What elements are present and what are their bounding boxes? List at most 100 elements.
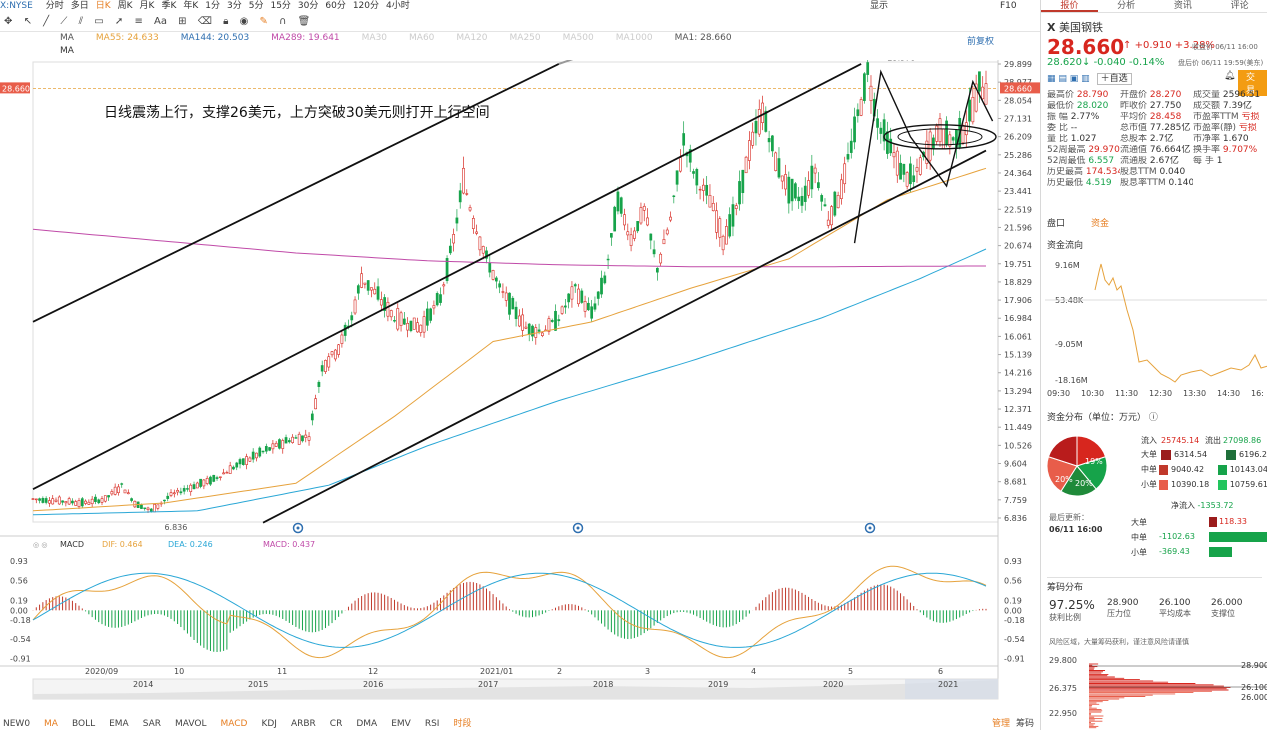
flow-out-label: 流出 bbox=[1205, 436, 1221, 445]
ma-legend-4[interactable]: MA30 bbox=[362, 32, 387, 45]
candle-body bbox=[692, 171, 695, 174]
indicator-emv[interactable]: EMV bbox=[391, 718, 411, 730]
timeframe-2[interactable]: 日K bbox=[96, 0, 111, 12]
candle-body bbox=[702, 184, 705, 191]
quote-cell: 总股本 2.7亿 bbox=[1120, 134, 1193, 145]
candle-body bbox=[284, 437, 288, 444]
ma-legend-10[interactable]: MA1: 28.660 bbox=[675, 32, 732, 45]
candle-body bbox=[307, 436, 311, 441]
indicator-macd[interactable]: MACD bbox=[220, 718, 247, 730]
indicator-dma[interactable]: DMA bbox=[356, 718, 377, 730]
candle-body bbox=[64, 501, 68, 504]
ma-legend-2[interactable]: MA144: 20.503 bbox=[181, 32, 249, 45]
ma-legend-0[interactable]: MA bbox=[60, 32, 74, 45]
quote-tab-0[interactable]: 报价 bbox=[1041, 0, 1098, 12]
candle-body bbox=[330, 351, 334, 356]
self-select-button[interactable]: ＋自选 bbox=[1096, 73, 1132, 85]
ma-legend-8[interactable]: MA500 bbox=[563, 32, 594, 45]
candle-body bbox=[619, 197, 623, 214]
ray-icon[interactable]: ⟋ bbox=[56, 13, 71, 31]
indicator-ma[interactable]: MA bbox=[44, 718, 58, 730]
magnet-icon[interactable]: ∩ bbox=[275, 13, 290, 31]
indicator-new0[interactable]: NEW0 bbox=[3, 718, 30, 730]
y-tick-label: 18.829 bbox=[1004, 278, 1032, 287]
parallel-icon[interactable]: ⫽ bbox=[75, 13, 87, 31]
bell-icon[interactable]: 🔔︎ bbox=[1224, 71, 1235, 81]
net-value-item: 118.33 bbox=[1219, 517, 1247, 526]
quote-cell: 历史最高 174.534 bbox=[1047, 167, 1120, 178]
indicator-sar[interactable]: SAR bbox=[143, 718, 161, 730]
timeframe-4[interactable]: 月K bbox=[140, 0, 155, 12]
ma-legend-1[interactable]: MA55: 24.633 bbox=[96, 32, 159, 45]
candle-body bbox=[468, 207, 472, 211]
indicator-kdj[interactable]: KDJ bbox=[261, 718, 277, 730]
indicator-ema[interactable]: EMA bbox=[109, 718, 129, 730]
trash-icon[interactable]: 🗑︎ bbox=[294, 13, 315, 31]
timeframe-7[interactable]: 1分 bbox=[205, 0, 220, 12]
doc-icon[interactable]: ▥ bbox=[1081, 74, 1090, 84]
share-icon[interactable]: ▣ bbox=[1070, 74, 1079, 84]
arrow-icon[interactable]: ➚ bbox=[111, 13, 127, 31]
ma-legend-5[interactable]: MA60 bbox=[409, 32, 434, 45]
timeframe-10[interactable]: 15分 bbox=[270, 0, 290, 12]
f10-button[interactable]: F10 bbox=[1000, 0, 1017, 12]
quote-tab-2[interactable]: 资讯 bbox=[1155, 0, 1212, 12]
tab-orderbook[interactable]: 盘口 bbox=[1047, 216, 1065, 229]
quote-tab-3[interactable]: 评论 bbox=[1211, 0, 1267, 12]
quote-tab-1[interactable]: 分析 bbox=[1098, 0, 1155, 12]
line-icon[interactable]: ╱ bbox=[39, 13, 53, 31]
crosshair-icon[interactable]: ✥ bbox=[0, 13, 16, 31]
timeframe-1[interactable]: 多日 bbox=[71, 0, 89, 12]
macd-tick-right: -0.91 bbox=[1004, 655, 1025, 664]
candle-body bbox=[951, 137, 955, 141]
timeframe-13[interactable]: 120分 bbox=[353, 0, 379, 12]
ma-legend-6[interactable]: MA120 bbox=[456, 32, 487, 45]
ma-legend-7[interactable]: MA250 bbox=[510, 32, 541, 45]
chip-tick: 22.950 bbox=[1049, 709, 1077, 718]
pie-label: 20% bbox=[1055, 475, 1073, 484]
price-adjust-toggle[interactable]: 前复权 bbox=[967, 34, 994, 47]
timeframe-12[interactable]: 60分 bbox=[325, 0, 345, 12]
candle-body bbox=[442, 284, 446, 287]
quote-label: 总股本 bbox=[1120, 134, 1148, 144]
indicator-cr[interactable]: CR bbox=[330, 718, 343, 730]
timeframe-5[interactable]: 季K bbox=[161, 0, 176, 12]
eye-icon[interactable]: ◉ bbox=[236, 13, 253, 31]
timeframe-8[interactable]: 3分 bbox=[227, 0, 242, 12]
kline-chart[interactable]: 29.89928.97728.05427.13126.20925.28624.3… bbox=[0, 60, 1040, 718]
indicator-mavol[interactable]: MAVOL bbox=[175, 718, 206, 730]
cursor-icon[interactable]: ↖ bbox=[20, 13, 36, 31]
display-button[interactable]: 显示 bbox=[870, 0, 888, 12]
fund-flow-chart[interactable]: 9.16M53.48K-9.05M-18.16M09:30 10:30 11:30 1… bbox=[1041, 250, 1267, 400]
pencil-icon[interactable]: ✎ bbox=[256, 13, 272, 31]
indicator-boll[interactable]: BOLL bbox=[72, 718, 95, 730]
timeframe-0[interactable]: 分时 bbox=[46, 0, 64, 12]
quote-row: 最低价 28.020 昨收价 27.750 成交额 7.39亿 bbox=[1047, 101, 1267, 112]
ma-legend-9[interactable]: MA1000 bbox=[616, 32, 653, 45]
quote-panel: 报价 分析 资讯 评论 X 美国钢铁 28.660 ↑ +0.910 +3.28% 收… bbox=[1040, 0, 1267, 730]
timeframe-14[interactable]: 4小时 bbox=[386, 0, 410, 12]
bottom-right-0[interactable]: 管理 bbox=[992, 718, 1010, 730]
flag-icon[interactable]: ▦ bbox=[1047, 74, 1056, 84]
lock-icon[interactable]: 🔒︎ bbox=[219, 13, 232, 31]
indicator-arbr[interactable]: ARBR bbox=[291, 718, 316, 730]
fib-icon[interactable]: ≡ bbox=[130, 13, 146, 31]
channel-icon[interactable]: ▭ bbox=[90, 13, 107, 31]
help-icon[interactable]: ⓘ bbox=[1149, 413, 1158, 423]
candle-body bbox=[626, 231, 630, 236]
timeframe-9[interactable]: 5分 bbox=[249, 0, 264, 12]
tab-funds[interactable]: 资金 bbox=[1091, 216, 1109, 229]
bottom-right-1[interactable]: 筹码 bbox=[1016, 718, 1034, 730]
timeframe-3[interactable]: 周K bbox=[118, 0, 133, 12]
timeframe-11[interactable]: 30分 bbox=[298, 0, 318, 12]
measure-icon[interactable]: ⊞ bbox=[174, 13, 190, 31]
indicator-rsi[interactable]: RSI bbox=[425, 718, 440, 730]
ma-legend-3[interactable]: MA289: 19.641 bbox=[271, 32, 339, 45]
text-icon[interactable]: Aa bbox=[150, 13, 171, 31]
chart-icon[interactable]: ▤ bbox=[1058, 74, 1067, 84]
timeframe-6[interactable]: 年K bbox=[183, 0, 198, 12]
candle-body bbox=[222, 472, 225, 475]
indicator-时段[interactable]: 时段 bbox=[453, 718, 471, 730]
eraser-icon[interactable]: ⌫ bbox=[194, 13, 216, 31]
net-label: 净流入 bbox=[1171, 501, 1195, 510]
